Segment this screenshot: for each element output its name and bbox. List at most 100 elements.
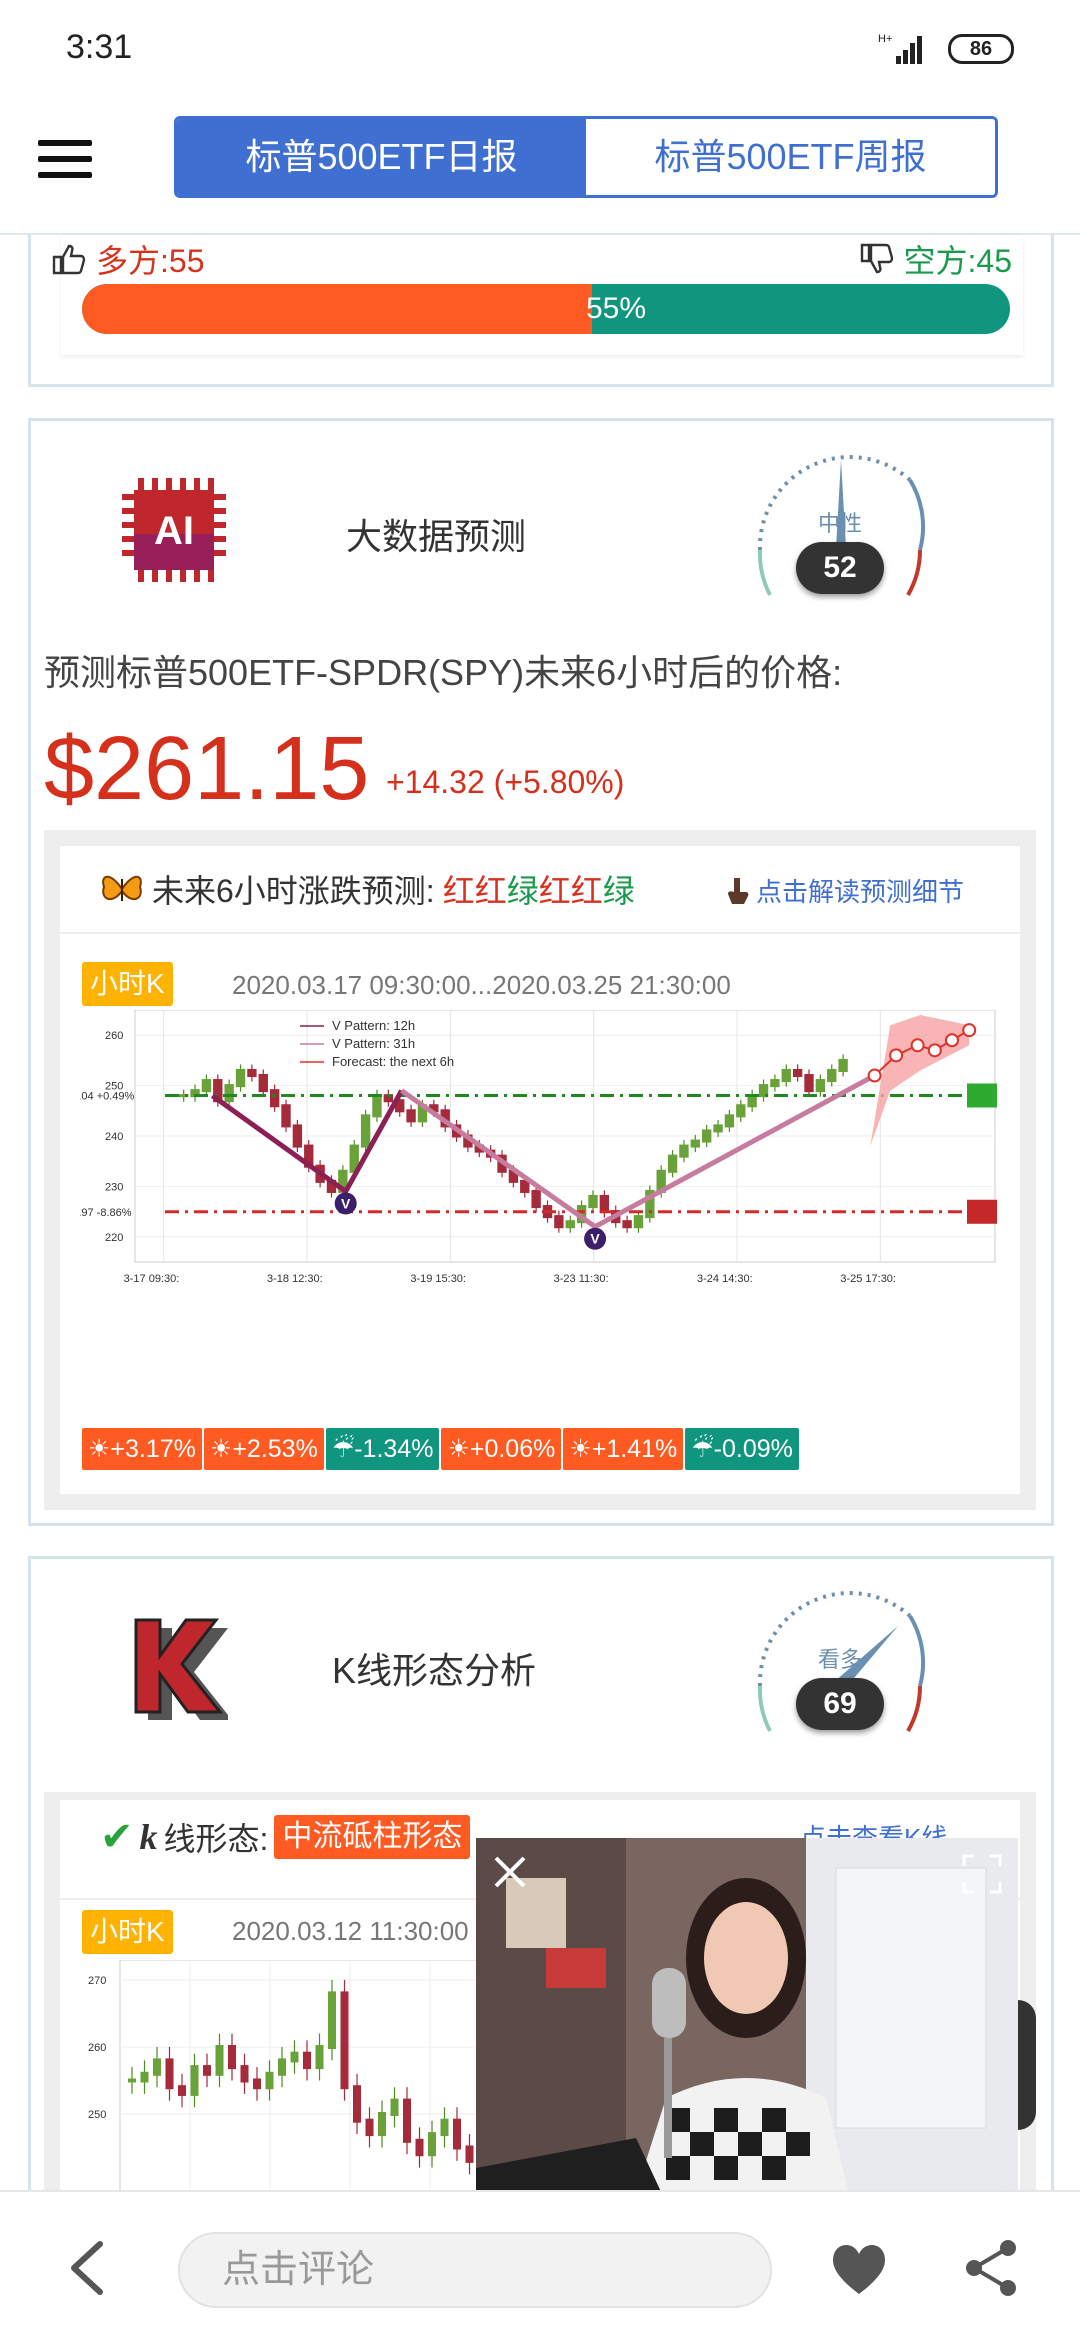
y-tick-label: 230 [105, 1181, 123, 1193]
candle-body [378, 2111, 386, 2137]
candle-body [178, 2085, 186, 2096]
bull-label: 多方:55 [52, 236, 205, 282]
support-marker [967, 1199, 997, 1224]
candle-body [265, 2071, 274, 2090]
candle-body [153, 2058, 161, 2076]
k-letter-icon [134, 1618, 228, 1720]
sentiment-percent: 55% [586, 292, 647, 325]
kline-card-title: K线形态分析 [332, 1650, 537, 1691]
candle-body [215, 2044, 224, 2076]
x-tick-label: 3-18 12:30: [267, 1273, 323, 1285]
svg-text:H+: H+ [878, 33, 892, 45]
header: 标普500ETF日报 标普500ETF周报 [0, 100, 1080, 235]
weather-chip: ☔-1.34% [325, 1428, 440, 1470]
forecast-point [927, 1043, 942, 1058]
x-tick-label: 3-23 11:30: [554, 1273, 609, 1285]
thumbs-up-icon [52, 244, 86, 275]
bottom-bar: 点击评论 [0, 2190, 1080, 2340]
candle-body [235, 1068, 246, 1088]
kline-chart: 270 260 250 [88, 1960, 520, 2200]
share-icon[interactable] [962, 2238, 1022, 2298]
tab-daily-report[interactable]: 标普500ETF日报 [177, 119, 586, 195]
date-range: 2020.03.12 11:30:00 [232, 1916, 469, 1946]
svg-text:AI: AI [154, 509, 194, 553]
candle-body [203, 2065, 211, 2076]
resistance-marker [967, 1083, 997, 1108]
candle-body [701, 1129, 712, 1143]
y-tick-label: 260 [88, 2042, 106, 2054]
candle-body [453, 2118, 461, 2150]
floating-video-player[interactable] [476, 1838, 1018, 2224]
bear-label: 空方:45 [860, 236, 1012, 282]
pointing-hand-icon [728, 877, 749, 904]
candle-body [228, 2044, 236, 2070]
fullscreen-icon[interactable] [962, 1854, 1002, 1894]
heart-icon[interactable] [828, 2238, 890, 2300]
weather-chip: ☀+1.41% [563, 1428, 684, 1470]
forecast-prefix: 未来6小时涨跌预测: [152, 873, 435, 909]
weather-chip: ☀+0.06% [441, 1428, 562, 1470]
back-arrow-icon[interactable] [64, 2240, 112, 2296]
candle-body [724, 1114, 735, 1128]
weather-strip: ☀+3.17% ☀+2.53% ☔-1.34% ☀+0.06% ☀+1.41% ☔-0.0… [82, 1428, 799, 1470]
side-handle[interactable] [1018, 2000, 1036, 2130]
candle-body [465, 2145, 474, 2163]
candle-body [253, 2078, 261, 2090]
status-bar: 3:31 H+ 86 [0, 0, 1080, 100]
y-tick-label: 240 [105, 1131, 123, 1143]
candle-body [353, 2085, 361, 2123]
candle-body [713, 1124, 723, 1133]
candle-body [440, 2118, 449, 2137]
candle-body [258, 1074, 268, 1093]
forecast-point [889, 1048, 904, 1063]
y-tick-label: 250 [88, 2109, 106, 2121]
x-tick-label: 3-17 09:30: [124, 1273, 180, 1285]
butterfly-icon [102, 875, 142, 901]
tab-weekly-report[interactable]: 标普500ETF周报 [586, 119, 995, 195]
forecast-item: 红 [570, 873, 603, 909]
divider [60, 932, 1020, 934]
neutral-gauge: 中性 52 [740, 430, 940, 600]
legend-label: V Pattern: 12h [332, 1018, 415, 1033]
candle-body [403, 2098, 411, 2143]
candle-body [190, 2065, 199, 2096]
close-icon[interactable] [490, 1852, 530, 1892]
candle-body [770, 1079, 780, 1088]
candle-body [390, 2098, 399, 2117]
clock: 3:31 [66, 28, 133, 66]
resistance-label: 248.04 +0.49% [80, 1090, 135, 1102]
candle-body [690, 1139, 700, 1148]
forecast-item: 绿 [602, 873, 635, 909]
ai-card-title: 大数据预测 [346, 516, 527, 557]
legend-label: V Pattern: 31h [332, 1036, 415, 1051]
forecast-chart: 3-17 09:30: 3-18 12:30: 3-19 15:30: 3-23 11… [80, 1010, 997, 1285]
checkmark-icon: ✔ [100, 1815, 134, 1859]
candle-body [290, 2051, 299, 2063]
forecast-point [962, 1023, 977, 1038]
gauge-value: 69 [796, 1678, 884, 1730]
date-range: 2020.03.17 09:30:00...2020.03.25 21:30:0… [232, 970, 731, 1000]
candle-body [281, 1104, 291, 1128]
forecast-detail-link[interactable]: 点击解读预测细节 [726, 872, 964, 909]
candle-body [838, 1058, 848, 1072]
forecast-point [945, 1033, 959, 1048]
candle-body [201, 1079, 212, 1093]
candle-body [633, 1215, 644, 1229]
candle-body [622, 1220, 632, 1229]
v-marker-label: V [590, 1231, 600, 1247]
candle-body [406, 1109, 416, 1123]
report-tabs: 标普500ETF日报 标普500ETF周报 [174, 116, 998, 198]
x-tick-label: 3-24 14:30: [697, 1273, 753, 1285]
candle-body [667, 1154, 678, 1173]
candle-body [224, 1084, 234, 1103]
menu-icon[interactable] [38, 140, 92, 180]
candle-body [588, 1194, 598, 1209]
forecast-colors: 红红绿红红绿 [443, 866, 635, 912]
candle-body [328, 1991, 336, 2050]
candle-body [278, 2058, 286, 2076]
forecast-point [910, 1038, 925, 1053]
candle-body [372, 1094, 382, 1118]
candle-body [827, 1068, 837, 1083]
comment-input[interactable]: 点击评论 [178, 2232, 772, 2308]
candle-body [792, 1068, 803, 1078]
